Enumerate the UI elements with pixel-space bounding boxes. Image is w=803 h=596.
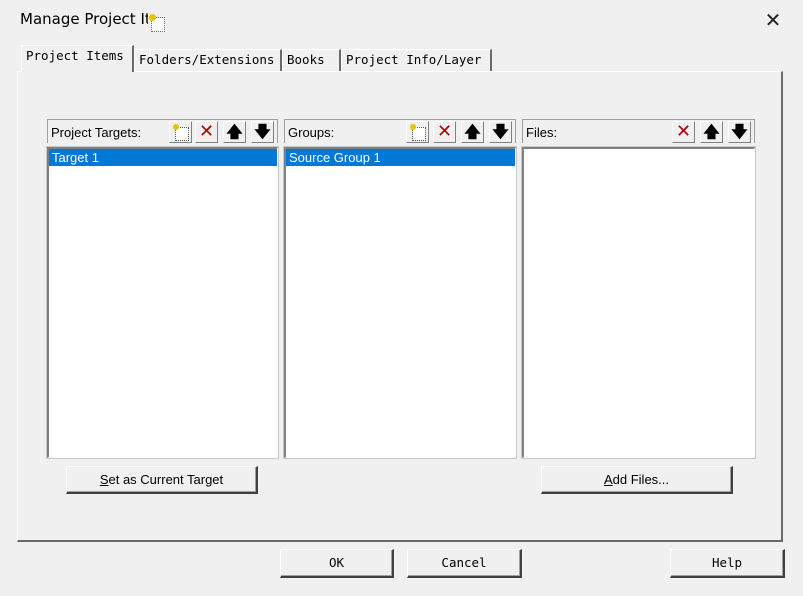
files-list[interactable] bbox=[521, 146, 756, 459]
groups-header: Groups: ✕ 🡅 🡇 bbox=[284, 119, 516, 143]
files-header: Files: ✕ 🡅 🡇 bbox=[522, 119, 755, 143]
move-target-up-button[interactable]: 🡅 bbox=[223, 121, 246, 143]
tab-project-items[interactable]: Project Items bbox=[21, 45, 134, 72]
help-button[interactable]: Help bbox=[670, 549, 785, 578]
delete-icon: ✕ bbox=[436, 121, 453, 142]
move-file-up-button[interactable]: 🡅 bbox=[700, 121, 723, 143]
targets-header: Project Targets: ✕ 🡅 🡇 bbox=[47, 119, 278, 143]
groups-label: Groups: bbox=[288, 125, 335, 140]
add-files-button[interactable]: Add Files... bbox=[541, 466, 733, 494]
targets-label: Project Targets: bbox=[51, 125, 142, 140]
new-group-button[interactable] bbox=[406, 121, 429, 143]
files-label: Files: bbox=[526, 125, 558, 140]
ok-button[interactable]: OK bbox=[280, 549, 394, 578]
move-file-down-button[interactable]: 🡇 bbox=[728, 121, 751, 143]
arrow-up-icon: 🡅 bbox=[703, 122, 720, 141]
groups-list[interactable]: Source Group 1 bbox=[283, 146, 517, 459]
arrow-up-icon: 🡅 bbox=[464, 122, 481, 141]
delete-file-button[interactable]: ✕ bbox=[672, 121, 695, 143]
list-item[interactable]: Target 1 bbox=[49, 149, 277, 166]
new-item-icon bbox=[149, 14, 165, 32]
arrow-up-icon: 🡅 bbox=[226, 122, 243, 141]
arrow-down-icon: 🡇 bbox=[254, 122, 271, 141]
close-button[interactable]: ✕ bbox=[760, 8, 786, 32]
cancel-button[interactable]: Cancel bbox=[407, 549, 522, 578]
move-group-up-button[interactable]: 🡅 bbox=[461, 121, 484, 143]
tab-folders-extensions[interactable]: Folders/Extensions bbox=[134, 49, 282, 71]
delete-icon: ✕ bbox=[198, 121, 215, 142]
delete-group-button[interactable]: ✕ bbox=[433, 121, 456, 143]
window-title: Manage Project Iter bbox=[20, 10, 148, 28]
set-current-target-button[interactable]: Set as Current Target bbox=[66, 466, 258, 494]
move-group-down-button[interactable]: 🡇 bbox=[489, 121, 512, 143]
arrow-down-icon: 🡇 bbox=[492, 122, 509, 141]
delete-target-button[interactable]: ✕ bbox=[195, 121, 218, 143]
arrow-down-icon: 🡇 bbox=[731, 122, 748, 141]
list-item[interactable]: Source Group 1 bbox=[286, 149, 515, 166]
targets-list[interactable]: Target 1 bbox=[46, 146, 279, 459]
title-bar: Manage Project Iter ✕ bbox=[0, 0, 803, 40]
tab-project-info-layer[interactable]: Project Info/Layer bbox=[341, 49, 492, 71]
tab-books[interactable]: Books bbox=[282, 49, 341, 71]
move-target-down-button[interactable]: 🡇 bbox=[251, 121, 274, 143]
new-target-button[interactable] bbox=[169, 121, 192, 143]
delete-icon: ✕ bbox=[675, 121, 692, 142]
